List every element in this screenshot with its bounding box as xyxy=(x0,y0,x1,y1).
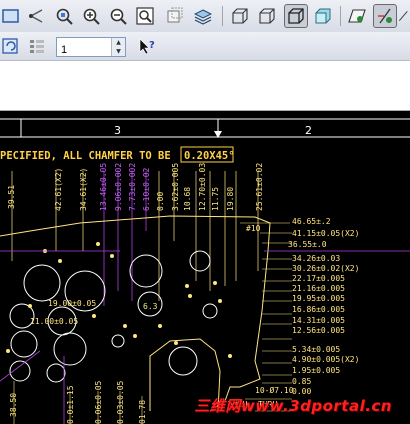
dim-bottom: 0.06±0.05 xyxy=(94,380,103,424)
zoom-out-icon[interactable] xyxy=(107,5,129,27)
svg-text:?: ? xyxy=(149,40,155,51)
cad-drawing: 3 2 PECIFIED, ALL CHAMFER TO BE 0.20X45°… xyxy=(0,118,410,424)
dim-top: 7.73±0.002 xyxy=(128,163,137,211)
watermark-text: 三维网www.3dportal.cn xyxy=(194,397,392,415)
dim-bottom: 10-Ø7.10 xyxy=(255,385,294,395)
sheet-number-field[interactable] xyxy=(57,42,111,58)
axis-display-icon[interactable] xyxy=(398,5,410,27)
no-hidden-icon[interactable] xyxy=(284,4,308,28)
dim-bottom: 38.50 xyxy=(9,393,18,417)
whats-this-icon[interactable]: ? xyxy=(136,35,158,57)
zone-number-2: 2 xyxy=(305,124,312,137)
model-tree-panel xyxy=(0,61,410,111)
nodes-icon[interactable] xyxy=(26,5,48,27)
hidden-line-icon[interactable] xyxy=(256,5,278,27)
sheet-number-input[interactable]: ▲ ▼ xyxy=(56,37,126,58)
spin-up-icon[interactable]: ▲ xyxy=(112,38,125,47)
layers-icon[interactable] xyxy=(192,5,214,27)
hole-label: #10 xyxy=(246,224,261,233)
main-toolbar xyxy=(0,0,410,33)
refresh-icon[interactable] xyxy=(0,35,22,57)
sheet-spinner[interactable]: ▲ ▼ xyxy=(111,38,125,56)
dim-right: 34.26±0.03 xyxy=(292,254,340,263)
spin-center-icon[interactable] xyxy=(373,4,397,28)
dim-top: 9.06±0.002 xyxy=(114,163,123,211)
dim-top: 10.68 xyxy=(183,187,192,211)
dim-right: 4.90±0.005(X2) xyxy=(292,355,359,364)
dim-bottom: 01.78 xyxy=(138,400,147,424)
spin-down-icon[interactable]: ▼ xyxy=(112,47,125,56)
hole-label: 19.00±0.05 xyxy=(48,299,96,308)
dim-top: 0.00 xyxy=(156,192,165,211)
hole-label: 6.3 xyxy=(143,302,158,311)
repaint-icon[interactable] xyxy=(53,5,75,27)
filter-icon[interactable] xyxy=(26,35,48,57)
dim-right: 19.95±0.005 xyxy=(292,294,345,303)
zoom-window-icon[interactable] xyxy=(134,5,156,27)
chamfer-note: PECIFIED, ALL CHAMFER TO BE xyxy=(0,150,171,162)
secondary-toolbar: ▲ ▼ ? xyxy=(0,32,410,61)
dim-top: 25.61±0.02 xyxy=(255,163,264,211)
dim-right: 14.31±0.005 xyxy=(292,316,345,325)
views-icon[interactable] xyxy=(164,5,186,27)
dim-right: 0.85 xyxy=(292,377,311,386)
wireframe-icon[interactable] xyxy=(229,5,251,27)
drawing-canvas[interactable]: 3 2 PECIFIED, ALL CHAMFER TO BE 0.20X45°… xyxy=(0,111,410,424)
dim-top: 11.75 xyxy=(211,187,220,211)
dim-right: 41.15±0.05(X2) xyxy=(292,229,359,238)
dim-right: 21.16±0.005 xyxy=(292,284,345,293)
hole-label: 11.00±0.05 xyxy=(30,317,78,326)
dim-right: 1.95±0.005 xyxy=(292,366,340,375)
dim-right: 36.55±.0 xyxy=(288,240,327,249)
dim-bottom: 0.0±1.15 xyxy=(66,385,75,424)
shaded-icon[interactable] xyxy=(312,5,334,27)
dim-top: 6.10±0.02 xyxy=(142,167,151,211)
dim-bottom: 0.03±0.05 xyxy=(116,380,125,424)
chamfer-value: 0.20X45° xyxy=(184,150,235,162)
dim-top: 3.62±0.005 xyxy=(171,163,180,211)
zone-number-3: 3 xyxy=(114,124,121,137)
dim-top: 42.61(X2) xyxy=(54,168,63,211)
dim-right: 16.86±0.005 xyxy=(292,305,345,314)
dim-right: 12.56±0.005 xyxy=(292,326,345,335)
dim-top: 13.46±0.05 xyxy=(99,163,108,211)
dim-right: 22.17±0.005 xyxy=(292,274,345,283)
datum-plane-icon[interactable] xyxy=(346,5,368,27)
zoom-in-icon[interactable] xyxy=(80,5,102,27)
dim-right: 30.26±0.02(X2) xyxy=(292,264,359,273)
dim-right: 5.34±0.005 xyxy=(292,345,340,354)
dim-top: 39.51 xyxy=(7,185,16,209)
dim-top: 12.70±0.03 xyxy=(198,163,207,211)
dim-top: 19.80 xyxy=(226,187,235,211)
dim-top: 34.61(X2) xyxy=(79,168,88,211)
view-fit-icon[interactable] xyxy=(0,5,22,27)
dim-right: 46.65±.2 xyxy=(292,217,331,226)
